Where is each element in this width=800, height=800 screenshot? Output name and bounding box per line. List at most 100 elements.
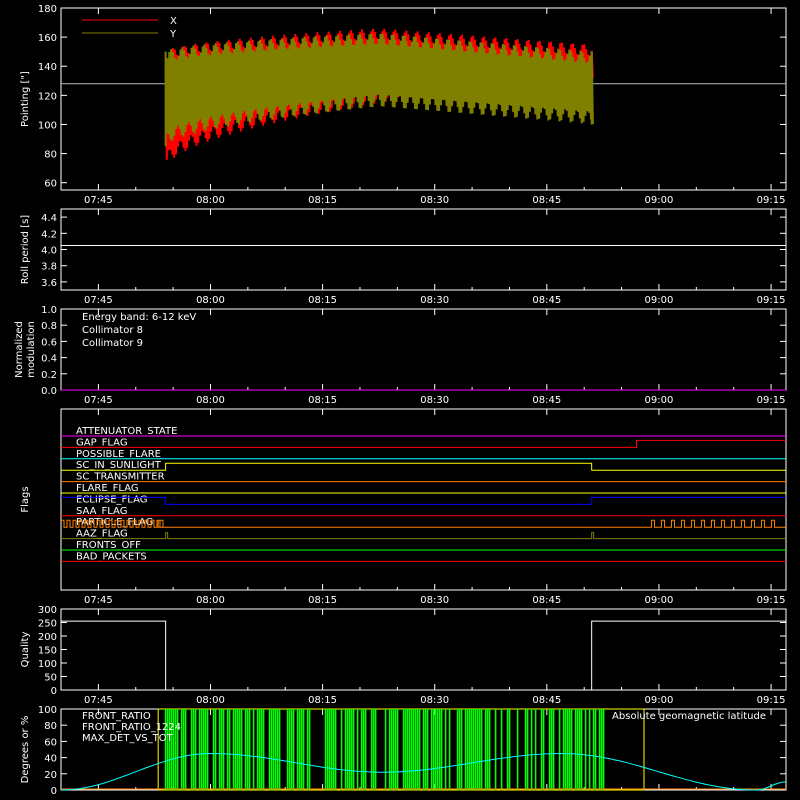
modulation-xtick-label: 09:00 (645, 395, 674, 406)
ratios-legend-label: FRONT_RATIO (82, 711, 151, 722)
flags-xtick-label: 09:00 (645, 595, 674, 606)
pointing-ytick-label: 120 (38, 91, 57, 102)
modulation-xtick-label: 08:45 (532, 395, 561, 406)
roll-xtick-label: 09:00 (645, 295, 674, 306)
quality-xtick-label: 08:30 (420, 695, 449, 706)
flag-label: POSSIBLE_FLARE (76, 449, 161, 460)
roll-xtick-label: 08:15 (308, 295, 337, 306)
flag-line (61, 519, 786, 528)
flag-label: BAD_PACKETS (76, 551, 147, 562)
flags-xtick-label: 07:45 (84, 595, 113, 606)
pointing-xtick-label: 07:45 (84, 195, 113, 206)
quality-line (61, 620, 786, 691)
pointing-ytick-label: 60 (44, 179, 57, 190)
ratios-ytick-label: 0 (51, 786, 57, 797)
modulation-ylabel-2: modulation (26, 321, 37, 378)
quality-ytick-label: 200 (38, 632, 57, 643)
quality-xtick-label: 08:15 (308, 695, 337, 706)
quality-ytick-label: 0 (51, 686, 57, 697)
ratio-front-ratio-1224 (164, 709, 605, 790)
modulation-xtick-label: 07:45 (84, 395, 113, 406)
flags-xtick-label: 08:00 (196, 595, 225, 606)
ratios-ytick-label: 40 (44, 754, 57, 765)
pointing-ylabel: Pointing ["] (20, 71, 31, 127)
latitude-legend-label: Absolute geomagnetic latitude (612, 711, 766, 722)
ratios-ytick-label: 60 (44, 737, 57, 748)
quality-ytick-label: 300 (38, 605, 57, 616)
quality-xtick-label: 08:45 (532, 695, 561, 706)
roll-ylabel: Roll period [s] (20, 215, 31, 284)
flags-ylabel: Flags (20, 486, 31, 512)
pointing-xtick-label: 08:00 (196, 195, 225, 206)
ratios-ylabel: Degrees or % (20, 716, 31, 784)
roll-ytick-label: 4.4 (41, 213, 57, 224)
roll-ytick-label: 4.0 (41, 246, 57, 257)
flag-label: SC_TRANSMITTER (76, 472, 165, 483)
quality-ytick-label: 250 (38, 619, 57, 630)
pointing-ytick-label: 180 (38, 4, 57, 15)
modulation-legend-label: Energy band: 6-12 keV (82, 312, 196, 323)
flag-label: SAA_FLAG (76, 506, 127, 517)
pointing-legend-label: Y (169, 29, 177, 40)
pointing-ytick-label: 80 (44, 150, 57, 161)
pointing-xtick-label: 09:15 (757, 195, 786, 206)
quality-xtick-label: 07:45 (84, 695, 113, 706)
ratios-legend-label: FRONT_RATIO_1224 (82, 722, 181, 733)
roll-ytick-label: 4.2 (41, 229, 57, 240)
pointing-xtick-label: 08:30 (420, 195, 449, 206)
pointing-xtick-label: 09:00 (645, 195, 674, 206)
ratios-legend-label: MAX_DET_VS_TOT (82, 733, 174, 744)
flags-xtick-label: 08:30 (420, 595, 449, 606)
pointing-ytick-label: 140 (38, 62, 57, 73)
pointing-legend-label: X (170, 16, 177, 27)
roll-ytick-label: 3.8 (41, 262, 57, 273)
quality-ytick-label: 50 (44, 673, 57, 684)
modulation-xtick-label: 08:15 (308, 395, 337, 406)
modulation-xtick-label: 08:00 (196, 395, 225, 406)
flag-label: ATTENUATOR_STATE (76, 426, 177, 437)
modulation-ytick-label: 0.0 (41, 386, 57, 397)
roll-xtick-label: 07:45 (84, 295, 113, 306)
modulation-ytick-label: 0.2 (41, 370, 57, 381)
pointing-ytick-label: 160 (38, 33, 57, 44)
roll-ytick-label: 3.6 (41, 278, 57, 289)
flag-line (61, 532, 786, 540)
modulation-ytick-label: 0.6 (41, 337, 57, 348)
quality-ylabel: Quality (20, 632, 31, 668)
modulation-ylabel-1: Normalized (14, 321, 25, 378)
quality-ytick-label: 100 (38, 659, 57, 670)
roll-xtick-label: 08:30 (420, 295, 449, 306)
flag-line (61, 496, 786, 505)
flag-label: GAP_FLAG (76, 437, 128, 448)
quality-xtick-label: 09:00 (645, 695, 674, 706)
flag-line (61, 462, 786, 471)
flag-label: FRONTS_OFF (76, 540, 141, 551)
ratios-ytick-label: 80 (44, 721, 57, 732)
roll-frame (60, 208, 787, 291)
quality-xtick-label: 09:15 (757, 695, 786, 706)
flag-label: ECLIPSE_FLAG (76, 494, 147, 505)
roll-xtick-label: 09:15 (757, 295, 786, 306)
roll-xtick-label: 08:00 (196, 295, 225, 306)
flag-line (61, 439, 786, 448)
flags-xtick-label: 08:45 (532, 595, 561, 606)
modulation-legend-label: Collimator 8 (82, 325, 143, 336)
modulation-xtick-label: 08:30 (420, 395, 449, 406)
ratios-ytick-label: 100 (38, 705, 57, 716)
pointing-xtick-label: 08:15 (308, 195, 337, 206)
ratios-ytick-label: 20 (44, 770, 57, 781)
modulation-ytick-label: 0.8 (41, 321, 57, 332)
modulation-ytick-label: 0.4 (41, 354, 57, 365)
flag-label: AAZ_FLAG (76, 529, 128, 540)
flag-label: FLARE_FLAG (76, 483, 139, 494)
flag-label: SC_IN_SUNLIGHT (76, 460, 162, 471)
pointing-ytick-label: 100 (38, 120, 57, 131)
quality-ytick-label: 150 (38, 646, 57, 657)
roll-xtick-label: 08:45 (532, 295, 561, 306)
flags-xtick-label: 09:15 (757, 595, 786, 606)
modulation-ytick-label: 1.0 (41, 305, 57, 316)
quality-xtick-label: 08:00 (196, 695, 225, 706)
pointing-xtick-label: 08:45 (532, 195, 561, 206)
modulation-legend-label: Collimator 9 (82, 338, 143, 349)
figure: 07:45 08:00 08:15 08:30 08:45 09:00 09:15 60 80 1… (14, 4, 787, 797)
